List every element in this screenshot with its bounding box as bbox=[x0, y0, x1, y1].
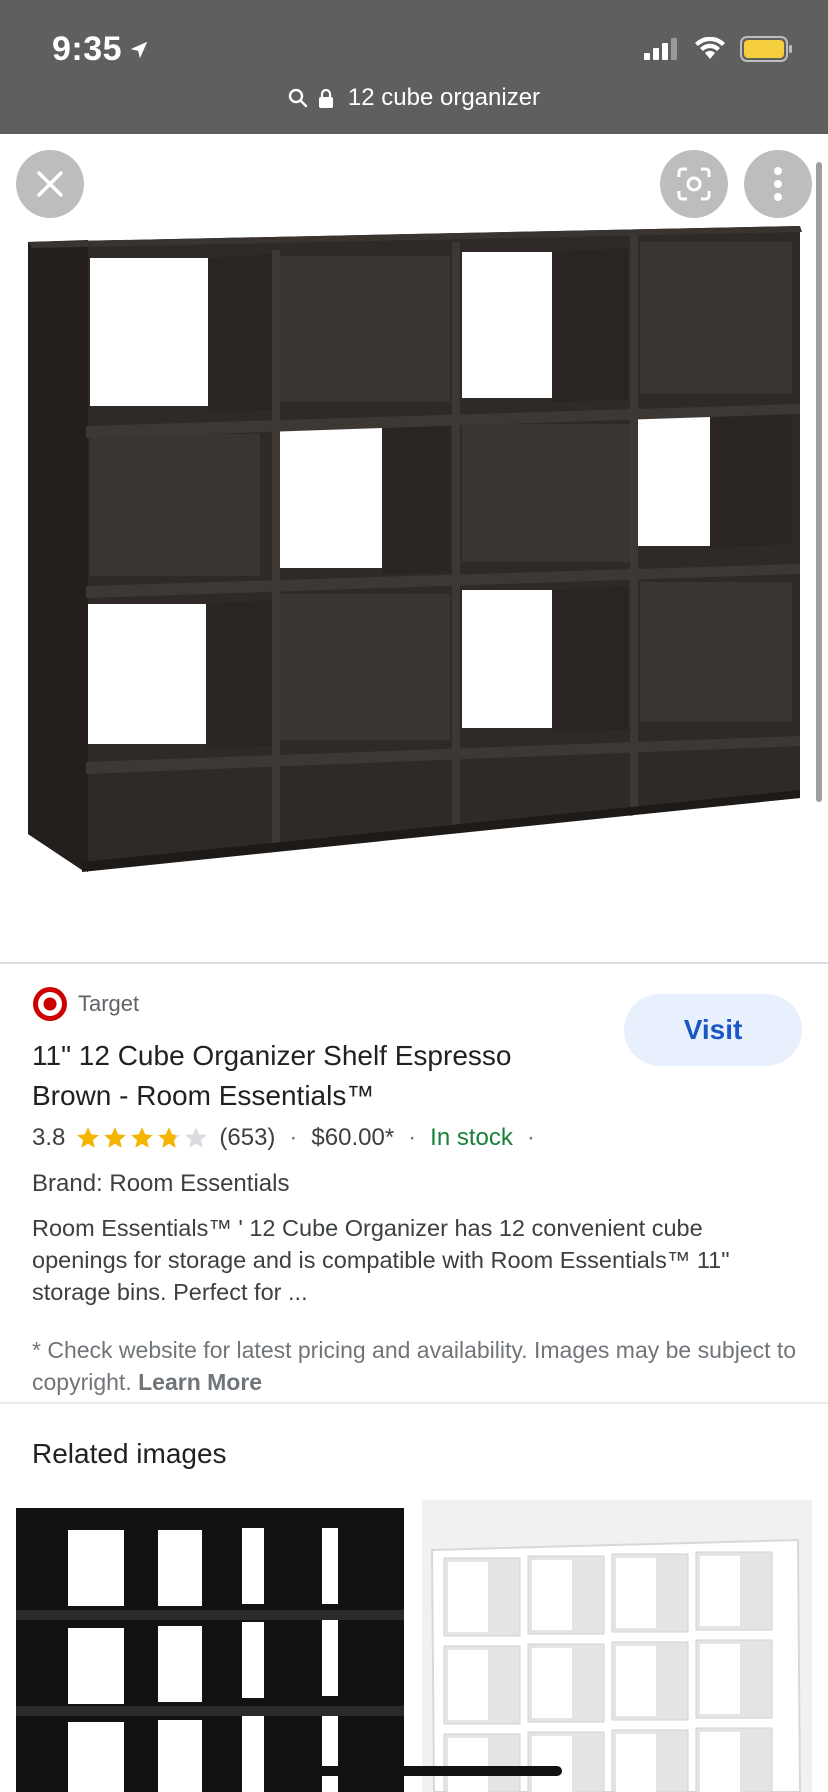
lens-button[interactable] bbox=[660, 150, 728, 218]
product-description: Room Essentials™ ' 12 Cube Organizer has… bbox=[32, 1215, 730, 1305]
separator-dot: · bbox=[289, 1124, 298, 1151]
location-arrow-icon bbox=[130, 41, 148, 58]
product-meta-row: 3.8 (653) · $60.00* · In stock · bbox=[32, 1120, 802, 1156]
lens-icon bbox=[677, 167, 711, 201]
url-bar[interactable]: 12 cube organizer bbox=[0, 84, 828, 112]
source-name: Target bbox=[78, 991, 140, 1016]
related-image-thumbnail[interactable] bbox=[16, 1500, 404, 1792]
product-title[interactable]: 11" 12 Cube Organizer Shelf Espresso Bro… bbox=[32, 1036, 552, 1116]
rating-value: 3.8 bbox=[32, 1124, 66, 1151]
time-text: 9:35 bbox=[52, 30, 123, 68]
target-logo-icon bbox=[33, 987, 67, 1021]
battery-icon bbox=[740, 36, 792, 62]
product-image-viewer[interactable] bbox=[0, 134, 828, 962]
status-icons bbox=[644, 36, 794, 62]
related-images-heading: Related images bbox=[32, 1438, 227, 1469]
star-icon bbox=[185, 1127, 208, 1148]
related-image-black-organizer bbox=[16, 1500, 404, 1792]
close-icon bbox=[37, 171, 63, 197]
rating-stars bbox=[75, 1125, 209, 1151]
lock-icon bbox=[318, 88, 333, 108]
scrollbar[interactable] bbox=[816, 162, 822, 802]
more-options-button[interactable] bbox=[744, 150, 812, 218]
separator-dot: · bbox=[526, 1124, 535, 1151]
learn-more-link[interactable]: Learn More bbox=[138, 1369, 262, 1395]
close-button[interactable] bbox=[16, 150, 84, 218]
divider bbox=[0, 1402, 828, 1404]
brand-text: Brand: Room Essentials bbox=[32, 1170, 290, 1197]
signal-icon bbox=[644, 38, 677, 60]
url-text: 12 cube organizer bbox=[347, 84, 541, 111]
more-vert-icon bbox=[774, 167, 782, 201]
divider bbox=[0, 962, 828, 964]
price: $60.00* bbox=[311, 1124, 395, 1151]
availability: In stock bbox=[430, 1124, 513, 1151]
status-time: 9:35 bbox=[52, 30, 150, 69]
star-icon bbox=[158, 1127, 181, 1148]
product-info-panel: Target Visit 11" 12 Cube Organizer Shelf… bbox=[32, 986, 802, 1398]
separator-dot: · bbox=[408, 1124, 417, 1151]
browser-top-bar: 9:35 12 cube organizer bbox=[0, 0, 828, 134]
disclaimer-note: * Check website for latest pricing and a… bbox=[32, 1334, 802, 1398]
related-image-white-organizer bbox=[422, 1500, 812, 1792]
visit-button[interactable]: Visit bbox=[624, 994, 802, 1066]
product-image bbox=[28, 226, 802, 872]
star-icon bbox=[77, 1127, 100, 1148]
star-icon bbox=[131, 1127, 154, 1148]
home-indicator[interactable] bbox=[266, 1766, 562, 1776]
wifi-icon bbox=[695, 37, 725, 59]
review-count: (653) bbox=[219, 1124, 276, 1151]
related-image-thumbnail[interactable] bbox=[422, 1500, 812, 1792]
star-icon bbox=[104, 1127, 127, 1148]
search-icon bbox=[288, 88, 308, 108]
